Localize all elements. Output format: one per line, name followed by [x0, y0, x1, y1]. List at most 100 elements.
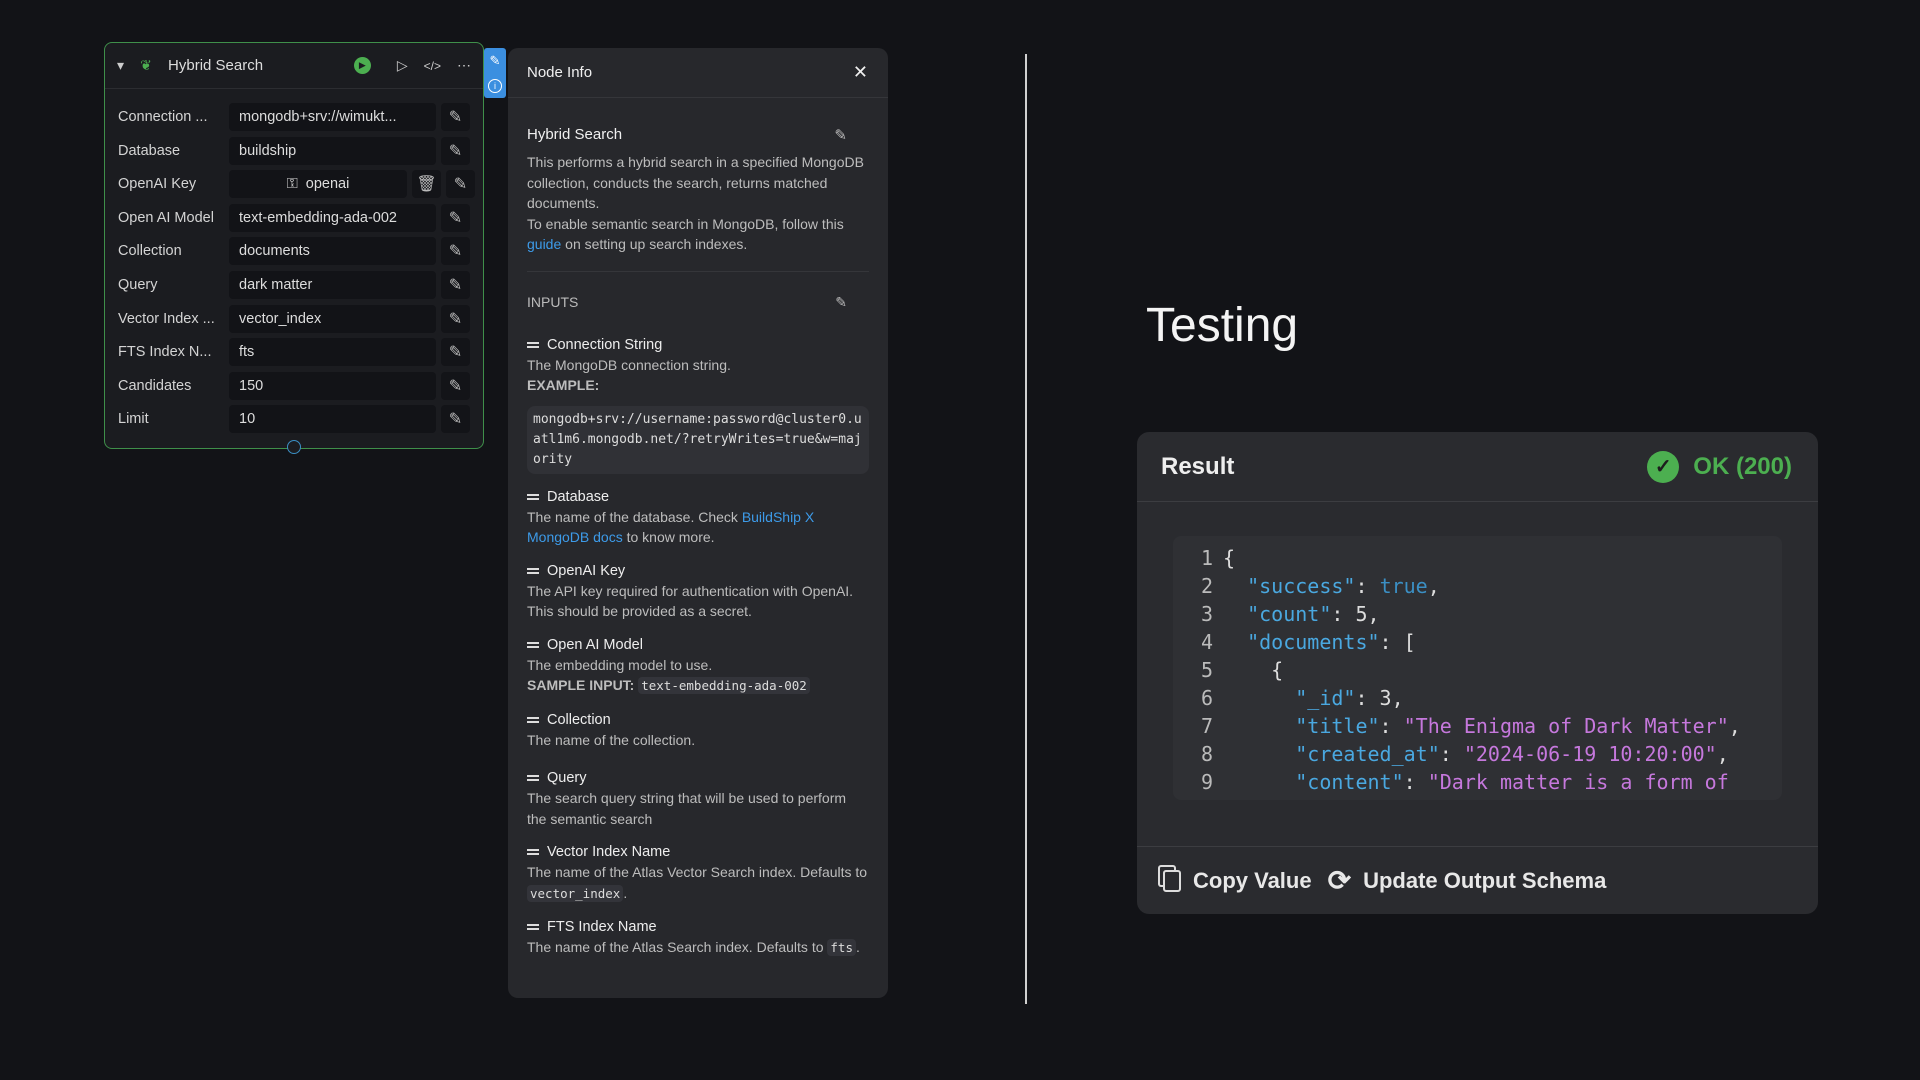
edit-pencil-icon[interactable]: ✎	[441, 271, 470, 299]
line-number: 4	[1200, 630, 1213, 654]
edit-pencil-icon[interactable]: ✎	[441, 304, 470, 333]
field-input[interactable]: text-embedding-ada-002	[229, 203, 436, 232]
line-number: 7	[1200, 714, 1213, 738]
code-line: 4 "documents": [	[1173, 628, 1782, 656]
node-description: This performs a hybrid search in a speci…	[527, 154, 864, 211]
edit-inputs-icon[interactable]: ✎	[835, 294, 847, 311]
node-side-toolbar: ✎ i	[484, 48, 506, 98]
line-number: 2	[1200, 574, 1213, 598]
node-field-row: Limit 10 ✎	[105, 405, 483, 434]
json-token: "content"	[1295, 770, 1404, 794]
field-label: Candidates	[118, 377, 192, 394]
copy-value-button[interactable]: Copy Value	[1163, 868, 1312, 894]
punct: .	[623, 884, 628, 901]
secret-field[interactable]: ⚿ openai	[229, 170, 407, 199]
node-field-row: Connection ... mongodb+srv://wimukt... ✎	[105, 103, 483, 131]
input-name: Connection String	[547, 336, 663, 353]
input-type-icon	[527, 924, 539, 930]
json-token: "created_at"	[1295, 742, 1440, 766]
play-icon[interactable]: ▷	[397, 57, 408, 74]
field-label: Vector Index ...	[118, 310, 215, 327]
sample-label: SAMPLE INPUT:	[527, 677, 635, 693]
json-viewer[interactable]: 1{2 "success": true, 3 "count": 5, 4 "docu…	[1173, 536, 1782, 800]
line-number: 8	[1200, 742, 1213, 766]
json-token: : 3,	[1355, 686, 1404, 710]
edit-pencil-icon[interactable]: ✎	[441, 203, 470, 232]
line-number: 3	[1200, 602, 1213, 626]
json-token: : [	[1379, 630, 1416, 654]
json-token: true	[1379, 574, 1428, 598]
field-input[interactable]: mongodb+srv://wimukt...	[229, 103, 436, 131]
input-type-icon	[527, 567, 539, 574]
field-input[interactable]: 150	[229, 371, 436, 400]
update-schema-button[interactable]: ⟳ Update Output Schema	[1328, 864, 1607, 897]
input-desc: The search query string that will be use…	[527, 790, 847, 827]
result-panel: Result ✓ OK (200) 1{2 "success": true, 3 …	[1137, 432, 1818, 914]
more-icon[interactable]: ⋯	[457, 57, 471, 74]
close-icon[interactable]: ✕	[853, 62, 868, 83]
input-desc-end: to know more.	[622, 529, 715, 545]
node-field-row: OpenAI Key ⚿ openai 🗑 ✎	[105, 170, 483, 199]
copy-icon	[1163, 869, 1181, 892]
json-token: :	[1355, 574, 1380, 598]
field-value: openai	[305, 176, 350, 193]
input-type-icon	[527, 341, 539, 348]
field-input[interactable]: fts	[229, 338, 436, 367]
edit-description-icon[interactable]: ✎	[834, 126, 847, 144]
divider-line	[1025, 54, 1027, 1004]
code-line: 5 {	[1173, 656, 1782, 684]
json-token: : 5,	[1331, 602, 1380, 626]
field-label: Query	[118, 277, 158, 293]
field-input[interactable]: documents	[229, 237, 436, 266]
magic-wand-icon[interactable]: ✎	[490, 53, 501, 69]
hybrid-search-node[interactable]: ▾ ❦ Hybrid Search ▶ ▷ </> ⋯ Connection .…	[104, 42, 484, 454]
copy-label: Copy Value	[1193, 867, 1312, 893]
run-status-icon[interactable]: ▶	[353, 57, 371, 74]
info-icon[interactable]: i	[488, 79, 502, 93]
field-input[interactable]: buildship	[229, 136, 436, 165]
field-label: Connection ...	[118, 109, 208, 125]
line-number: 1	[1200, 546, 1213, 570]
input-name: Collection	[547, 711, 611, 728]
edit-pencil-icon[interactable]: ✎	[441, 103, 470, 131]
inputs-heading: INPUTS	[527, 293, 579, 310]
input-desc: The MongoDB connection string.	[527, 356, 731, 373]
input-name: Query	[547, 770, 587, 786]
default-code: vector_index	[527, 884, 624, 902]
punct: .	[855, 939, 860, 955]
json-token: "Dark matter is a form of	[1427, 770, 1729, 794]
input-type-icon	[527, 493, 539, 500]
result-title: Result	[1161, 452, 1235, 480]
refresh-icon: ⟳	[1327, 865, 1352, 896]
json-token: ,	[1427, 574, 1440, 598]
input-type-icon	[527, 849, 539, 855]
field-input[interactable]: dark matter	[229, 271, 436, 299]
edit-pencil-icon[interactable]: ✎	[441, 237, 470, 266]
code-line: 3 "count": 5,	[1173, 600, 1782, 628]
field-label: FTS Index N...	[118, 344, 212, 361]
edit-pencil-icon[interactable]: ✎	[441, 338, 470, 367]
node-field-row: Vector Index ... vector_index ✎	[105, 304, 483, 333]
field-input[interactable]: 10	[229, 405, 436, 434]
testing-heading: Testing	[1146, 299, 1299, 352]
line-number: 9	[1200, 770, 1213, 794]
edit-pencil-icon[interactable]: ✎	[441, 136, 470, 165]
guide-link[interactable]: guide	[527, 236, 561, 252]
edit-pencil-icon[interactable]: ✎	[441, 371, 470, 400]
json-token: ,	[1728, 714, 1741, 738]
input-desc: The name of the collection.	[527, 731, 696, 748]
output-handle[interactable]	[287, 440, 301, 454]
edit-pencil-icon[interactable]: ✎	[441, 405, 470, 434]
input-name: OpenAI Key	[547, 562, 626, 579]
input-name: Database	[547, 488, 610, 505]
edit-pencil-icon[interactable]: ✎	[446, 170, 475, 199]
code-icon[interactable]: </>	[424, 59, 441, 73]
field-input[interactable]: vector_index	[229, 304, 436, 333]
example-label: EXAMPLE:	[527, 377, 600, 393]
json-token: {	[1223, 658, 1284, 682]
json-token: :	[1403, 770, 1428, 794]
delete-icon[interactable]: 🗑	[412, 170, 441, 199]
code-line: 1{	[1173, 544, 1782, 572]
collapse-chevron-icon[interactable]: ▾	[117, 57, 124, 74]
